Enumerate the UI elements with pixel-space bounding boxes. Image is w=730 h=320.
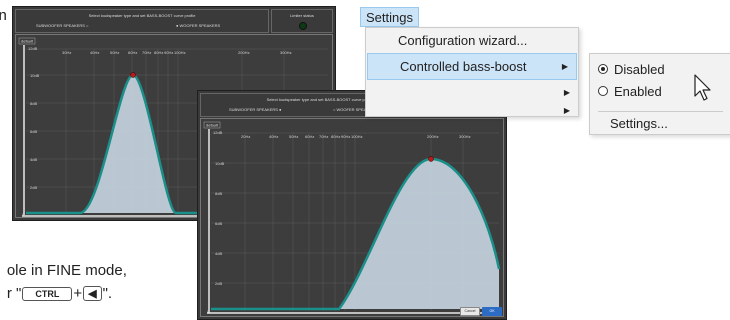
db-tick: 12dB [28, 46, 38, 51]
freq-tick: 90Hz [164, 50, 173, 55]
freq-tick: 300Hz [459, 134, 471, 139]
freq-tick: 50Hz [110, 50, 119, 55]
menu-item-hidden-2[interactable]: ▶ [366, 98, 578, 116]
mouse-pointer-icon [694, 74, 711, 101]
doc-text-line2-prefix: r " [6, 285, 22, 302]
settings-dropdown: Configuration wizard... Controlled bass-… [365, 27, 579, 117]
submenu-arrow-icon: ▶ [561, 62, 568, 71]
menu-item-configuration-wizard[interactable]: Configuration wizard... [366, 28, 578, 53]
freq-tick: 20Hz [241, 134, 250, 139]
speaker-type-panel: Select loudspeaker type and set BASS-BOO… [15, 9, 269, 33]
freq-tick: 100Hz [174, 50, 186, 55]
disabled-label: Disabled [614, 62, 665, 77]
freq-tick: 200Hz [427, 134, 439, 139]
menu-item-label: Controlled bass-boost [400, 59, 527, 74]
db-tick: 6dB [30, 129, 37, 134]
db-tick: 12dB [213, 130, 223, 135]
woofer-option[interactable]: ● WOOFER SPEAKERS [176, 23, 220, 28]
subwoofer-option[interactable]: SUBWOOFER SPEAKERS ○ [36, 23, 88, 28]
freq-tick: 200Hz [238, 50, 250, 55]
front-bassboost-window: Select loudspeaker type and set BASS-BOO… [197, 90, 507, 320]
db-tick: 4dB [30, 157, 37, 162]
cancel-button[interactable]: Cancel [460, 307, 480, 316]
freq-tick: 30Hz [62, 50, 71, 55]
plus-sign: + [73, 285, 83, 302]
db-tick: 8dB [30, 101, 37, 106]
doc-text-fragment-line1: ole in FINE mode, [0, 262, 127, 279]
woofer-label: WOOFER SPEAKERS [179, 23, 221, 28]
freq-tick: 100Hz [351, 134, 363, 139]
menu-bar: Settings [353, 7, 730, 27]
radio-unchecked-icon [598, 86, 608, 96]
db-tick: 6dB [215, 221, 222, 226]
submenu-settings-item[interactable]: Settings... [590, 114, 730, 134]
db-tick: 8dB [215, 191, 222, 196]
db-tick: 4dB [215, 251, 222, 256]
freq-tick: 80Hz [331, 134, 340, 139]
freq-tick: 40Hz [269, 134, 278, 139]
ctrl-key: CTRL [22, 287, 73, 301]
db-tick: 2dB [215, 281, 222, 286]
enabled-label: Enabled [614, 84, 662, 99]
subwoofer-label: SUBWOOFER SPEAKERS [229, 107, 278, 112]
doc-text-line1: ole in FINE mode, [6, 262, 127, 279]
preset-label: default [21, 39, 34, 44]
freq-tick: 300Hz [280, 50, 292, 55]
freq-tick: 60Hz [128, 50, 137, 55]
limiter-status-panel: Limiter status [271, 9, 333, 33]
freq-tick: 60Hz [305, 134, 314, 139]
submenu-arrow-icon: ▶ [563, 106, 570, 115]
doc-text-fragment-line2: r " CTRL + ◀ ". [0, 285, 112, 302]
doc-text-top: n [0, 7, 7, 24]
freq-tick: 50Hz [289, 134, 298, 139]
db-tick: 2dB [30, 185, 37, 190]
freq-tick: 90Hz [341, 134, 350, 139]
curve-svg: default 20Hz 40Hz 50Hz 60Hz 70Hz 80Hz 90… [203, 121, 501, 314]
left-arrow-key-icon: ◀ [83, 286, 102, 301]
db-tick: 10dB [215, 161, 225, 166]
menu-item-controlled-bass-boost[interactable]: Controlled bass-boost ▶ [367, 53, 577, 80]
speaker-type-header: Select loudspeaker type and set BASS-BOO… [88, 13, 196, 18]
submenu-settings-label: Settings... [610, 116, 668, 131]
freq-tick: 80Hz [154, 50, 163, 55]
peak-handle[interactable] [428, 156, 434, 162]
subwoofer-option[interactable]: SUBWOOFER SPEAKERS ● [229, 107, 281, 112]
menu-item-hidden-1[interactable]: ▶ [366, 80, 578, 98]
freq-tick: 70Hz [319, 134, 328, 139]
limiter-led-icon [299, 22, 307, 30]
doc-text-fragment-top: n [0, 7, 7, 24]
limiter-status-label: Limiter status [290, 13, 314, 18]
freq-tick: 70Hz [142, 50, 151, 55]
menu-item-label: Configuration wizard... [398, 33, 528, 48]
db-tick: 10dB [30, 73, 40, 78]
radio-checked-icon [598, 64, 608, 74]
menu-separator [598, 111, 723, 112]
ok-button[interactable]: OK [482, 307, 502, 316]
doc-text-line2-suffix: ". [102, 285, 113, 302]
freq-tick: 40Hz [90, 50, 99, 55]
peak-handle[interactable] [130, 72, 136, 78]
settings-menu[interactable]: Settings [360, 7, 419, 27]
preset-label: default [206, 123, 219, 128]
subwoofer-label: SUBWOOFER SPEAKERS [36, 23, 85, 28]
bassboost-curve-plot[interactable]: default 20Hz 40Hz 50Hz 60Hz 70Hz 80Hz 90… [200, 118, 504, 317]
